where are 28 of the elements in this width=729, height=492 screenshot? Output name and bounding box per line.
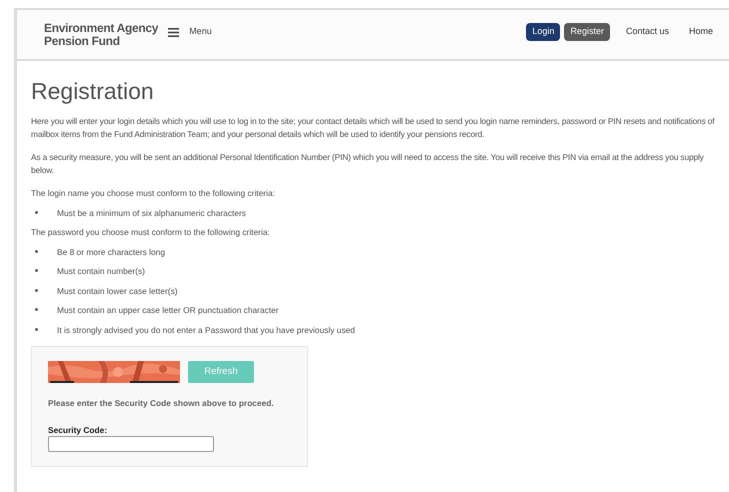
bullet-icon [35, 328, 38, 330]
criteria-heading: The login name you choose must conform to the following criteria: [31, 187, 276, 200]
criteria-item: Must contain number(s) [57, 265, 145, 278]
criteria-item: Be 8 or more characters long [57, 246, 165, 258]
criteria-item: It is strongly advised you do not enter a Password that you have previously used [57, 324, 355, 336]
nav-link[interactable]: Register [564, 23, 610, 41]
criteria-item: Must contain lower case letter(s) [57, 284, 178, 297]
criteria-heading: The password you choose must conform to the following criteria: [31, 226, 271, 238]
menu-icon [168, 28, 180, 36]
field-label: Security Code: [48, 424, 108, 436]
criteria-item: Must contain an upper case letter OR punctuation character [57, 304, 279, 316]
page-title: Registration [31, 77, 155, 105]
nav-link[interactable]: Login [526, 23, 560, 41]
nav-link[interactable]: Contact us [622, 23, 673, 41]
bullet-icon [35, 250, 38, 252]
criteria-item: Must be a minimum of six alphanumeric characters [57, 206, 246, 219]
intro-paragraph: As a security measure, you will be sent an additional Personal Identification Number (PIN) which you will need to access the site. You will receive this PIN via email at the address you supply below. [31, 151, 705, 176]
bullet-icon [35, 269, 38, 272]
nav-link[interactable]: Home [684, 23, 717, 41]
security-code-field[interactable] [48, 436, 214, 452]
logo-text: Pension Fund [44, 34, 120, 48]
bullet-icon [35, 308, 38, 311]
intro-paragraph: Here you will enter your login details which you will use to log in to the site; your contact details which will be used to send you login name reminders, password or PIN resets and notifications of mailbox items from the Fund Administration Team; and your personal details which will be used to identify your pensions record. [31, 115, 716, 140]
instruction-text: Please enter the Security Code shown above to proceed. [48, 397, 275, 410]
bullet-icon [35, 210, 38, 214]
logo-text: Environment Agency [44, 22, 158, 34]
bullet-icon [35, 288, 38, 292]
menu-button[interactable]: Menu [168, 25, 212, 39]
